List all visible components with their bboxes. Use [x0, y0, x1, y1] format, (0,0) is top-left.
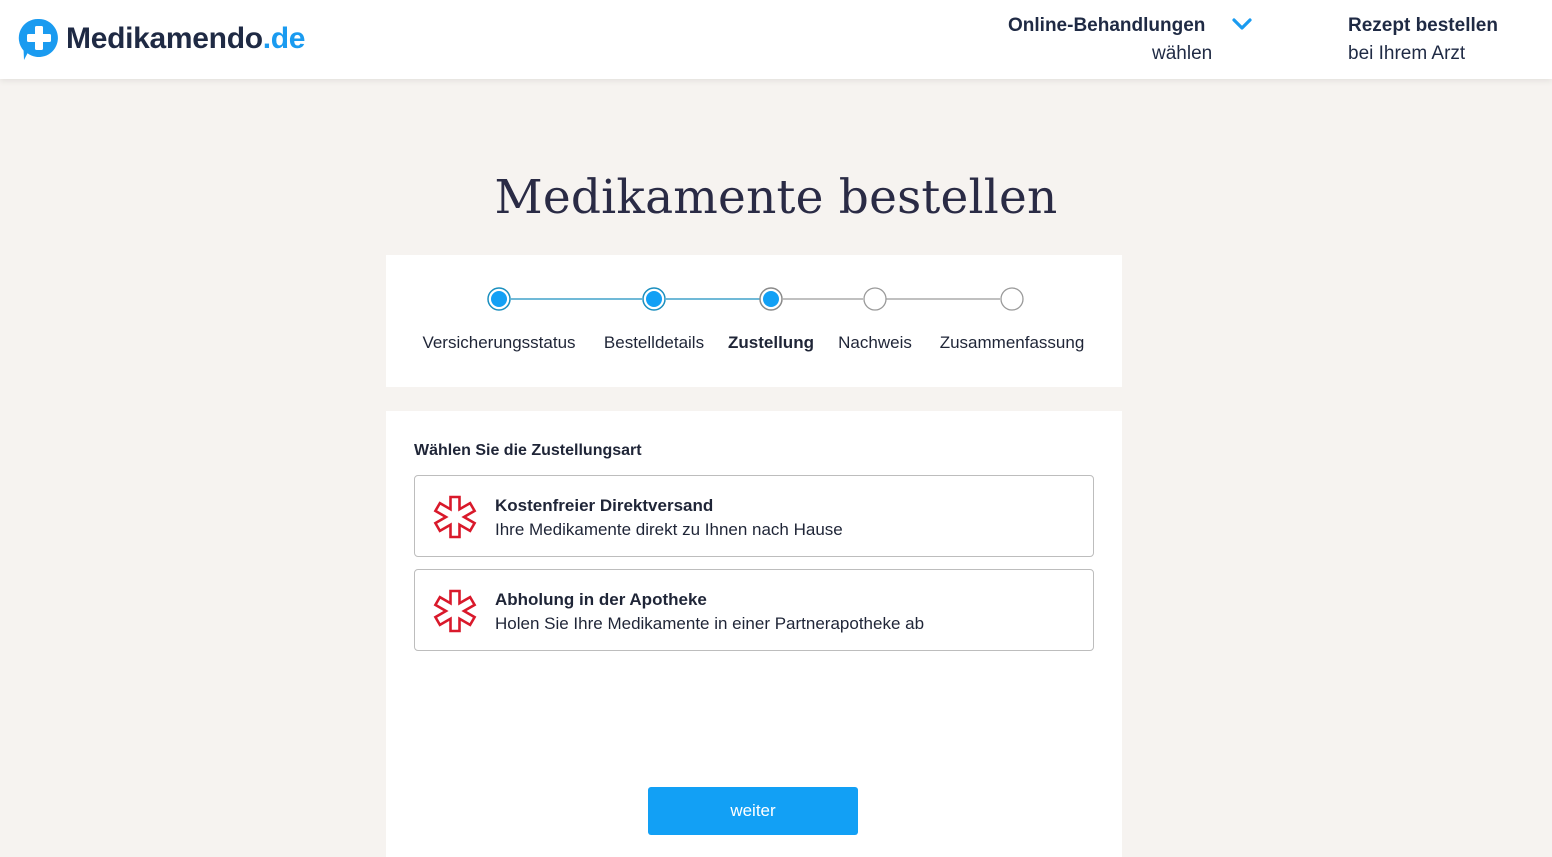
stepper-track — [487, 287, 1024, 311]
nav-online-treatments[interactable]: Online-Behandlungen wählen — [1008, 12, 1258, 68]
delivery-option-title: Abholung in der Apotheke — [495, 590, 707, 609]
delivery-option-direct-shipping[interactable]: Kostenfreier Direktversand Ihre Medikame… — [414, 475, 1094, 557]
plus-bubble-icon — [18, 18, 58, 60]
delivery-option-subtitle: Ihre Medikamente direkt zu Ihnen nach Ha… — [495, 520, 843, 539]
step-label-summary: Zusammenfassung — [939, 333, 1085, 352]
step-dot-2 — [642, 287, 666, 311]
delivery-form-card: Wählen Sie die Zustellungsart Kostenfrei… — [386, 411, 1122, 857]
delivery-option-subtitle: Holen Sie Ihre Medikamente in einer Part… — [495, 614, 925, 633]
pharmacy-cross-icon — [433, 589, 477, 633]
step-label-insurance: Versicherungsstatus — [422, 333, 576, 352]
step-label-order-details: Bestelldetails — [603, 333, 705, 352]
continue-button[interactable]: weiter — [648, 787, 858, 835]
site-logo[interactable]: Medikamendo .de — [18, 16, 306, 62]
chevron-down-icon[interactable] — [1230, 14, 1254, 36]
delivery-option-pharmacy-pickup[interactable]: Abholung in der Apotheke Holen Sie Ihre … — [414, 569, 1094, 651]
page-title: Medikamente bestellen — [494, 170, 1058, 225]
nav-online-treatments-title: Online-Behandlungen — [1008, 15, 1206, 36]
top-header: Medikamendo .de Online-Behandlungen wähle… — [0, 0, 1552, 79]
step-label-proof: Nachweis — [838, 333, 912, 352]
pharmacy-cross-icon — [433, 495, 477, 539]
logo-text: Medikamendo .de — [66, 22, 306, 55]
step-dot-5 — [1000, 287, 1024, 311]
step-dot-4 — [863, 287, 887, 311]
step-dot-1 — [487, 287, 511, 311]
nav-online-treatments-sub: wählen — [1152, 43, 1213, 64]
progress-stepper: Versicherungsstatus Bestelldetails Zuste… — [386, 255, 1122, 387]
logo-tld: .de — [262, 22, 306, 55]
nav-order-prescription[interactable]: Rezept bestellen bei Ihrem Arzt — [1348, 12, 1538, 68]
delivery-option-title: Kostenfreier Direktversand — [495, 496, 714, 515]
delivery-heading: Wählen Sie die Zustellungsart — [414, 442, 642, 459]
nav-order-prescription-sub: bei Ihrem Arzt — [1348, 43, 1466, 64]
step-dot-3 — [759, 287, 783, 311]
logo-name: Medikamendo — [66, 22, 263, 55]
step-label-delivery: Zustellung — [728, 333, 814, 352]
nav-order-prescription-title: Rezept bestellen — [1348, 15, 1498, 36]
